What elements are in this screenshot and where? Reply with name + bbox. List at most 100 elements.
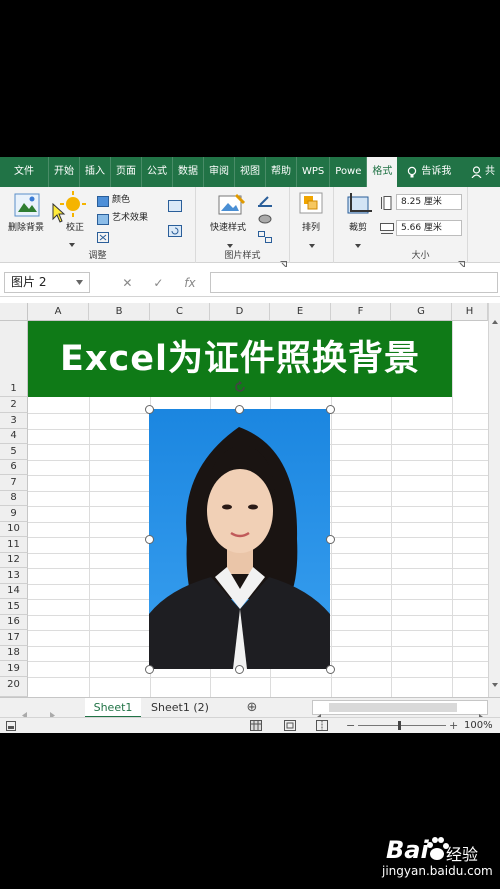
tab-help[interactable]: 帮助 [266, 157, 297, 187]
resize-handle-top[interactable] [235, 405, 244, 414]
column-header-d[interactable]: D [210, 303, 270, 321]
picture-border-icon[interactable] [258, 192, 272, 211]
row-header-8[interactable]: 8 [0, 491, 28, 506]
row-header-18[interactable]: 18 [0, 646, 28, 661]
tab-data[interactable]: 数据 [173, 157, 204, 187]
zoom-in-button[interactable]: + [449, 719, 458, 732]
zoom-out-button[interactable]: − [346, 719, 355, 732]
tab-power[interactable]: Powe [330, 157, 368, 187]
resize-handle-top-right[interactable] [326, 405, 335, 414]
zoom-level[interactable]: 100% [464, 720, 493, 731]
formula-bar: 图片 2 ✕ ✓ fx [0, 267, 500, 297]
adjust-group-label: 调整 [88, 251, 107, 261]
shape-height-field[interactable]: 8.25 厘米 [396, 194, 462, 210]
row-header-13[interactable]: 13 [0, 568, 28, 584]
row-header-10[interactable]: 10 [0, 522, 28, 537]
quick-styles-icon[interactable] [218, 193, 246, 221]
artistic-effects-button[interactable]: 艺术效果 [112, 210, 148, 223]
resize-handle-bottom-left[interactable] [145, 665, 154, 674]
resize-handle-bottom[interactable] [235, 665, 244, 674]
cancel-button[interactable]: ✕ [122, 276, 132, 290]
video-frame: 文件 开始 插入 页面 公式 数据 审阅 视图 帮助 WPS Powe 格式 告… [0, 0, 500, 889]
resize-handle-bottom-right[interactable] [326, 665, 335, 674]
row-header-14[interactable]: 14 [0, 584, 28, 599]
column-header-h[interactable]: H [452, 303, 488, 321]
column-header-c[interactable]: C [150, 303, 210, 321]
normal-view-icon[interactable] [250, 720, 262, 733]
row-header-16[interactable]: 16 [0, 615, 28, 630]
reset-picture-icon[interactable] [168, 222, 182, 241]
row-header-20[interactable]: 20 [0, 677, 28, 697]
page-break-view-icon[interactable] [316, 720, 328, 733]
row-header-5[interactable]: 5 [0, 444, 28, 460]
scroll-down-icon[interactable] [492, 672, 498, 691]
tell-me-box[interactable]: 告诉我 [397, 157, 456, 187]
column-header-a[interactable]: A [28, 303, 89, 321]
formula-input[interactable] [210, 272, 498, 293]
row-header-11[interactable]: 11 [0, 537, 28, 553]
arrange-button[interactable]: 排列 [302, 220, 320, 233]
adjust-group: 删除背景 校正 颜色 艺术效果 调整 [0, 187, 196, 263]
tab-wps[interactable]: WPS [297, 157, 331, 187]
remove-background-button[interactable]: 删除背景 [8, 220, 44, 233]
sheet-tab-sheet1-2[interactable]: Sheet1 (2) [147, 698, 213, 718]
column-header-e[interactable]: E [270, 303, 331, 321]
zoom-slider[interactable] [358, 721, 446, 730]
tab-format[interactable]: 格式 [367, 157, 398, 187]
arrange-icon[interactable] [299, 192, 323, 218]
tab-review[interactable]: 审阅 [204, 157, 235, 187]
scrollbar-thumb[interactable] [329, 703, 457, 712]
tab-home[interactable]: 开始 [49, 157, 80, 187]
row-header-17[interactable]: 17 [0, 630, 28, 646]
picture-effects-icon[interactable] [258, 210, 272, 229]
macro-record-icon[interactable] [6, 721, 16, 733]
row-header-1[interactable]: 1 [0, 321, 28, 397]
share-button[interactable]: 共 [466, 157, 500, 187]
compress-pictures-icon[interactable] [97, 228, 109, 247]
row-header-15[interactable]: 15 [0, 599, 28, 615]
id-photo-picture[interactable] [149, 409, 330, 669]
chevron-down-icon [309, 233, 315, 252]
select-all-corner[interactable] [0, 303, 28, 321]
name-box[interactable]: 图片 2 [4, 272, 90, 293]
horizontal-scrollbar[interactable] [312, 700, 488, 720]
resize-handle-top-left[interactable] [145, 405, 154, 414]
sheet-tab-sheet1[interactable]: Sheet1 [85, 698, 141, 718]
remove-background-icon[interactable] [14, 193, 40, 221]
color-button[interactable]: 颜色 [112, 192, 130, 205]
tab-page-layout[interactable]: 页面 [111, 157, 142, 187]
picture-layout-icon[interactable] [258, 228, 272, 247]
row-header-3[interactable]: 3 [0, 413, 28, 429]
column-header-b[interactable]: B [89, 303, 150, 321]
row-header-7[interactable]: 7 [0, 475, 28, 491]
row-header-2[interactable]: 2 [0, 397, 28, 413]
column-header-f[interactable]: F [331, 303, 391, 321]
resize-handle-right[interactable] [326, 535, 335, 544]
rotate-handle-icon[interactable] [233, 379, 247, 398]
enter-button[interactable]: ✓ [153, 276, 163, 290]
tab-view[interactable]: 视图 [235, 157, 266, 187]
page-layout-view-icon[interactable] [284, 720, 296, 733]
row-header-19[interactable]: 19 [0, 661, 28, 677]
scroll-up-icon[interactable] [492, 309, 498, 328]
tab-formulas[interactable]: 公式 [142, 157, 173, 187]
row-header-12[interactable]: 12 [0, 553, 28, 568]
column-header-g[interactable]: G [391, 303, 452, 321]
baidu-brand: Bai [386, 836, 429, 864]
new-sheet-button[interactable]: ⊕ [240, 698, 264, 718]
shape-width-field[interactable]: 5.66 厘米 [396, 220, 462, 236]
row-header-4[interactable]: 4 [0, 429, 28, 444]
row-header-9[interactable]: 9 [0, 506, 28, 522]
change-picture-icon[interactable] [168, 197, 182, 216]
baidu-site-url: jingyan.baidu.com [382, 864, 493, 878]
insert-function-button[interactable]: fx [184, 276, 195, 290]
quick-styles-button[interactable]: 快速样式 [210, 220, 246, 233]
row-header-6[interactable]: 6 [0, 460, 28, 475]
tab-insert[interactable]: 插入 [80, 157, 111, 187]
crop-icon[interactable] [346, 193, 372, 221]
resize-handle-left[interactable] [145, 535, 154, 544]
crop-button[interactable]: 裁剪 [349, 220, 367, 233]
vertical-scrollbar[interactable] [488, 303, 500, 697]
tab-file[interactable]: 文件 [0, 157, 49, 187]
zoom-slider-thumb[interactable] [398, 721, 401, 730]
